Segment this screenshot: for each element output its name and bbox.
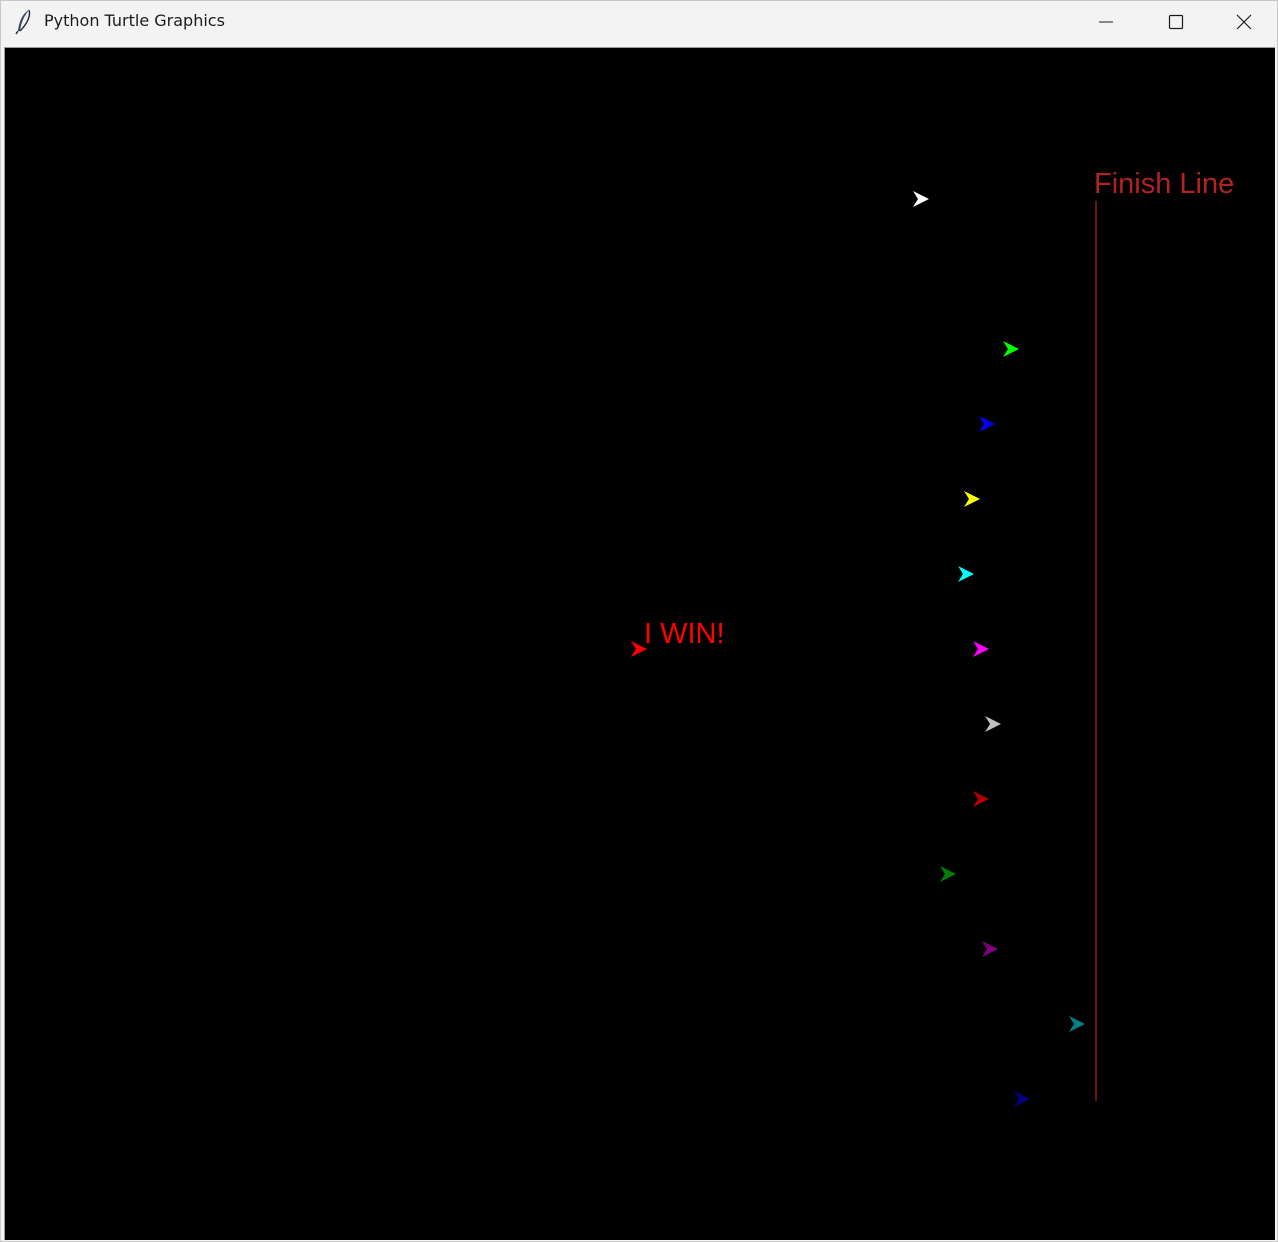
close-icon <box>1236 14 1252 30</box>
maximize-icon <box>1168 14 1184 30</box>
turtle-white <box>913 191 929 207</box>
minimize-button[interactable] <box>1071 1 1141 43</box>
title-bar[interactable]: Python Turtle Graphics <box>1 1 1277 43</box>
turtle-blue <box>979 416 995 432</box>
canvas-drawing: Finish Line I WIN! <box>631 168 1234 1107</box>
minimize-icon <box>1099 21 1113 23</box>
turtle-yellow <box>964 491 980 507</box>
maximize-button[interactable] <box>1141 1 1211 43</box>
turtle-navy <box>1014 1091 1030 1107</box>
turtle-dark-red <box>973 791 989 807</box>
winner-label: I WIN! <box>644 618 725 650</box>
feather-icon <box>15 9 31 35</box>
turtle-silver <box>985 716 1001 732</box>
finish-line-label: Finish Line <box>1094 168 1234 200</box>
turtle-green <box>940 866 956 882</box>
window-title: Python Turtle Graphics <box>44 11 225 30</box>
turtle-lime <box>1003 341 1019 357</box>
turtle-magenta <box>973 641 989 657</box>
turtle-purple <box>982 941 998 957</box>
close-button[interactable] <box>1209 1 1278 43</box>
turtle-teal <box>1069 1016 1085 1032</box>
turtle-cyan <box>958 566 974 582</box>
turtle-window: Python Turtle Graphics Finish Line I WIN… <box>0 0 1278 1242</box>
turtle-canvas[interactable]: Finish Line I WIN! <box>4 47 1275 1240</box>
